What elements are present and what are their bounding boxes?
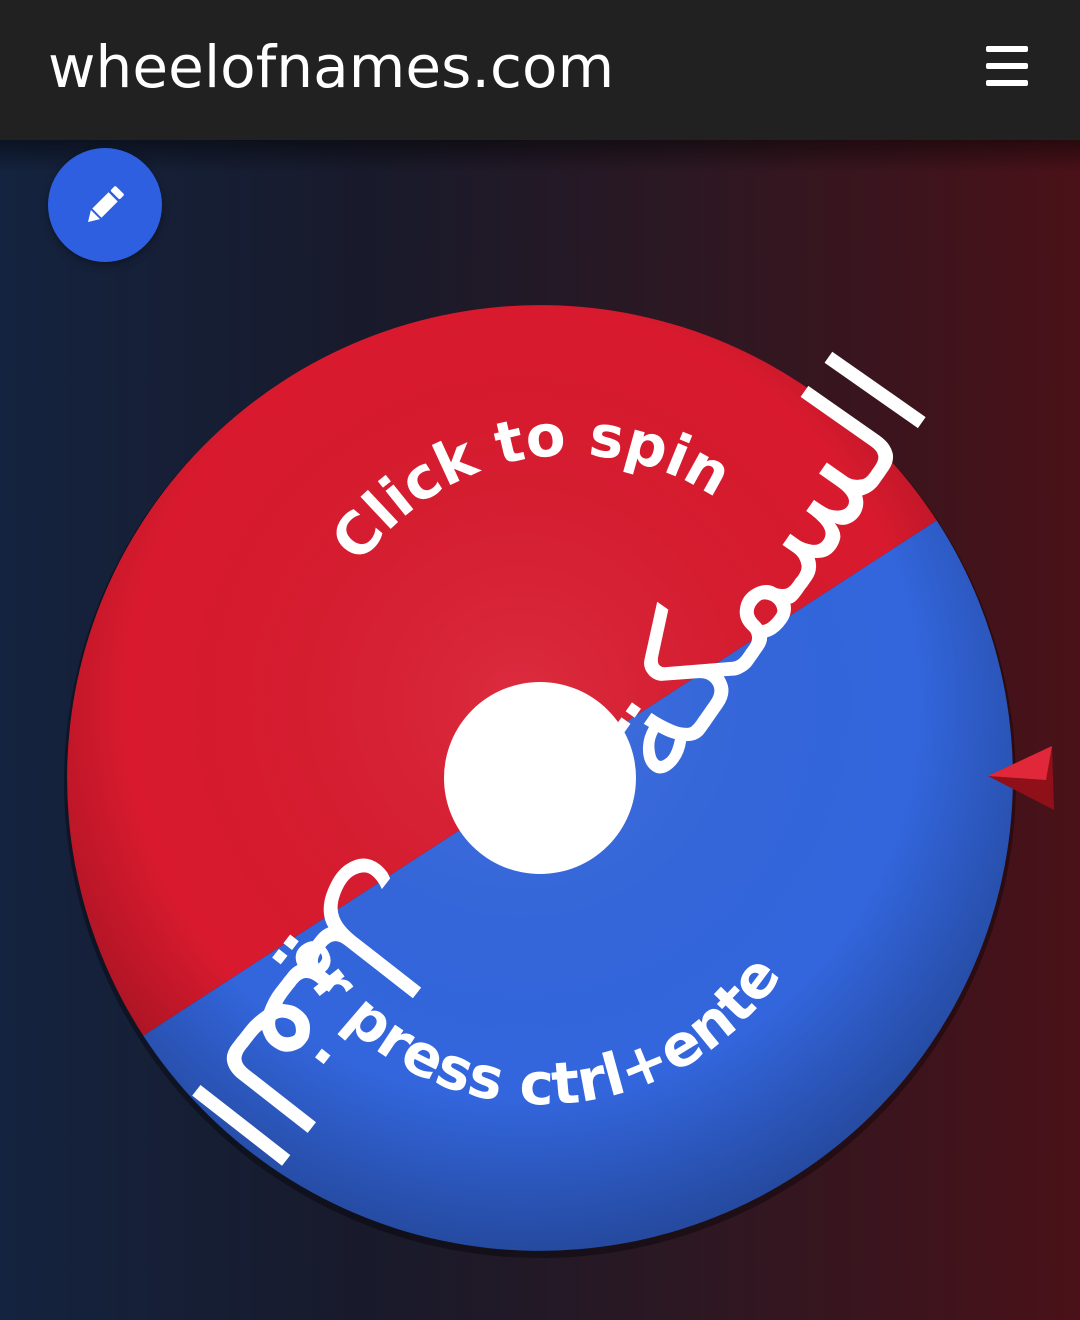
edit-entries-button[interactable] (48, 148, 162, 262)
app-title[interactable]: wheelofnames.com (48, 38, 614, 96)
hamburger-menu-icon-line-bottom (986, 80, 1028, 86)
app-bar: wheelofnames.com (0, 0, 1080, 140)
wheel-canvas[interactable]: السمكة الفيل Click to spin or press ctrl… (0, 140, 1080, 1320)
wheel-hub[interactable] (444, 682, 636, 874)
hamburger-menu-icon-line-middle (986, 63, 1028, 69)
pencil-icon (88, 186, 124, 222)
hamburger-menu-icon-line-top (986, 46, 1028, 52)
wheel-stage: السمكة الفيل Click to spin or press ctrl… (0, 140, 1080, 1320)
menu-button[interactable] (986, 46, 1030, 86)
pencil-icon-body (92, 192, 118, 218)
